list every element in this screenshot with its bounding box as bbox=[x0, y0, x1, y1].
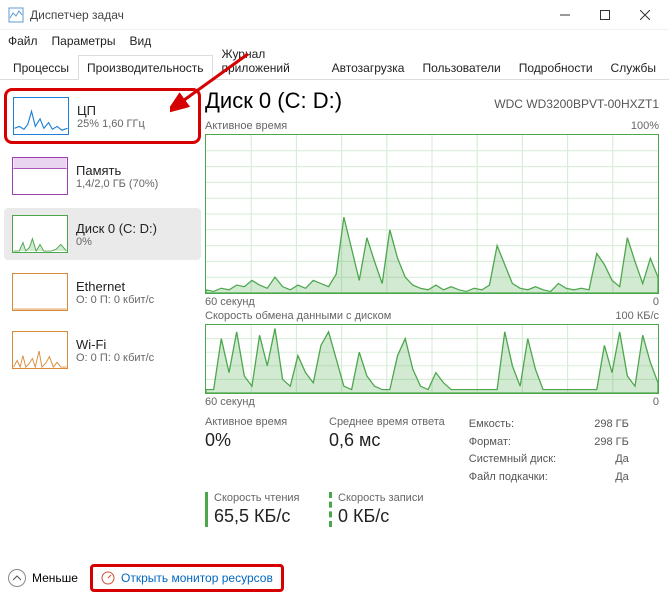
gauge-icon bbox=[101, 571, 115, 585]
sidebar-disk-title: Диск 0 (C: D:) bbox=[76, 221, 157, 236]
sidebar-item-memory[interactable]: Память 1,4/2,0 ГБ (70%) bbox=[4, 150, 201, 202]
stat-active-time-label: Активное время bbox=[205, 416, 305, 428]
sidebar-memory-sub: 1,4/2,0 ГБ (70%) bbox=[76, 178, 158, 190]
menubar: Файл Параметры Вид bbox=[0, 30, 669, 52]
tab-users[interactable]: Пользователи bbox=[413, 55, 509, 80]
sidebar-ethernet-title: Ethernet bbox=[76, 279, 154, 294]
disk-info: Емкость: 298 ГБ Формат: 298 ГБ Системный д… bbox=[469, 416, 629, 486]
time-axis-right-1: 0 bbox=[653, 296, 659, 308]
tab-performance[interactable]: Производительность bbox=[78, 55, 212, 80]
page-title: Диск 0 (C: D:) bbox=[205, 88, 342, 114]
sidebar-memory-title: Память bbox=[76, 163, 158, 178]
throughput-chart bbox=[205, 324, 659, 394]
maximize-button[interactable] bbox=[585, 1, 625, 29]
active-time-label: Активное время bbox=[205, 120, 287, 132]
cpu-thumbnail bbox=[13, 97, 69, 135]
sidebar-cpu-sub: 25% 1,60 ГГц bbox=[77, 118, 145, 130]
window-title: Диспетчер задач bbox=[30, 8, 545, 22]
time-axis-right-2: 0 bbox=[653, 396, 659, 408]
sidebar-wifi-title: Wi-Fi bbox=[76, 337, 154, 352]
menu-options[interactable]: Параметры bbox=[52, 34, 116, 48]
tab-bar: Процессы Производительность Журнал прило… bbox=[0, 52, 669, 80]
sidebar-disk-sub: 0% bbox=[76, 236, 157, 248]
memory-thumbnail bbox=[12, 157, 68, 195]
sidebar-cpu-title: ЦП bbox=[77, 103, 145, 118]
time-axis-left-2: 60 секунд bbox=[205, 396, 255, 408]
menu-view[interactable]: Вид bbox=[129, 34, 151, 48]
stat-avg-response-label: Среднее время ответа bbox=[329, 416, 445, 428]
chevron-up-icon bbox=[8, 569, 26, 587]
minimize-button[interactable] bbox=[545, 1, 585, 29]
active-time-block: Активное время 100% 60 секунд 0 bbox=[205, 120, 659, 308]
sidebar-item-wifi[interactable]: Wi-Fi О: 0 П: 0 кбит/с bbox=[4, 324, 201, 376]
pagefile-value: Да bbox=[615, 469, 629, 487]
active-time-max: 100% bbox=[631, 120, 659, 132]
sidebar: ЦП 25% 1,60 ГГц Память 1,4/2,0 ГБ (70%) … bbox=[0, 80, 205, 550]
tab-startup[interactable]: Автозагрузка bbox=[323, 55, 414, 80]
tab-app-history[interactable]: Журнал приложений bbox=[213, 41, 323, 80]
footer: Меньше Открыть монитор ресурсов bbox=[8, 564, 284, 592]
throughput-block: Скорость обмена данными с диском 100 КБ/… bbox=[205, 310, 659, 408]
menu-file[interactable]: Файл bbox=[8, 34, 38, 48]
system-disk-label: Системный диск: bbox=[469, 451, 556, 469]
stat-active-time-value: 0% bbox=[205, 430, 305, 451]
pagefile-label: Файл подкачки: bbox=[469, 469, 548, 487]
stats-row-2: Скорость чтения 65,5 КБ/с Скорость запис… bbox=[205, 492, 659, 527]
sidebar-wifi-sub: О: 0 П: 0 кбит/с bbox=[76, 352, 154, 364]
formatted-label: Формат: bbox=[469, 434, 511, 452]
time-axis-left-1: 60 секунд bbox=[205, 296, 255, 308]
open-resource-monitor-label: Открыть монитор ресурсов bbox=[121, 571, 273, 585]
stats-row: Активное время 0% Среднее время ответа 0… bbox=[205, 416, 659, 486]
system-disk-value: Да bbox=[615, 451, 629, 469]
tab-processes[interactable]: Процессы bbox=[4, 55, 78, 80]
main-panel: Диск 0 (C: D:) WDC WD3200BPVT-00HXZT1 Ак… bbox=[205, 80, 669, 550]
stat-write-label: Скорость записи bbox=[338, 492, 429, 504]
titlebar: Диспетчер задач bbox=[0, 0, 669, 30]
sidebar-item-disk[interactable]: Диск 0 (C: D:) 0% bbox=[4, 208, 201, 260]
tab-services[interactable]: Службы bbox=[602, 55, 665, 80]
open-resource-monitor-link[interactable]: Открыть монитор ресурсов bbox=[90, 564, 284, 592]
disk-thumbnail bbox=[12, 215, 68, 253]
throughput-max: 100 КБ/с bbox=[615, 310, 659, 322]
formatted-value: 298 ГБ bbox=[594, 434, 629, 452]
stat-avg-response-value: 0,6 мс bbox=[329, 430, 445, 451]
wifi-thumbnail bbox=[12, 331, 68, 369]
ethernet-thumbnail bbox=[12, 273, 68, 311]
fewer-details-button[interactable]: Меньше bbox=[8, 569, 78, 587]
stat-read-label: Скорость чтения bbox=[214, 492, 305, 504]
content: ЦП 25% 1,60 ГГц Память 1,4/2,0 ГБ (70%) … bbox=[0, 80, 669, 550]
capacity-value: 298 ГБ bbox=[594, 416, 629, 434]
sidebar-ethernet-sub: О: 0 П: 0 кбит/с bbox=[76, 294, 154, 306]
capacity-label: Емкость: bbox=[469, 416, 514, 434]
tab-details[interactable]: Подробности bbox=[510, 55, 602, 80]
sidebar-item-ethernet[interactable]: Ethernet О: 0 П: 0 кбит/с bbox=[4, 266, 201, 318]
disk-model: WDC WD3200BPVT-00HXZT1 bbox=[494, 97, 659, 111]
fewer-details-label: Меньше bbox=[32, 571, 78, 585]
sidebar-item-cpu[interactable]: ЦП 25% 1,60 ГГц bbox=[4, 88, 201, 144]
active-time-chart bbox=[205, 134, 659, 294]
stat-read-value: 65,5 КБ/с bbox=[214, 506, 305, 527]
close-button[interactable] bbox=[625, 1, 665, 29]
app-icon bbox=[8, 7, 24, 23]
stat-write-value: 0 КБ/с bbox=[338, 506, 429, 527]
throughput-label: Скорость обмена данными с диском bbox=[205, 310, 391, 322]
